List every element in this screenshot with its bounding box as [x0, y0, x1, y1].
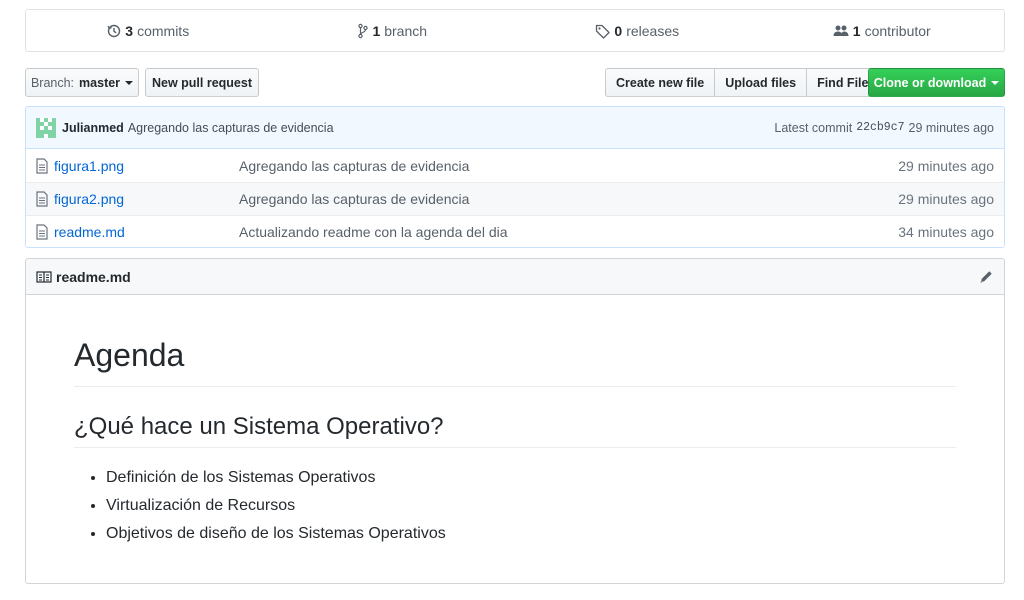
list-item: Objetivos de diseño de los Sistemas Oper…	[106, 520, 956, 548]
releases-label: releases	[626, 22, 680, 39]
new-pull-request-button[interactable]: New pull request	[145, 68, 259, 97]
contributors-label: contributor	[864, 22, 931, 39]
commit-age: 29 minutes ago	[908, 120, 994, 135]
file-name-link[interactable]: figura1.png	[54, 158, 239, 174]
chevron-down-icon	[125, 80, 134, 85]
file-age: 29 minutes ago	[898, 191, 994, 207]
branch-name: master	[79, 75, 121, 90]
branches-count: 1	[372, 22, 381, 39]
readme-list: Definición de los Sistemas Operativos Vi…	[74, 464, 956, 548]
clone-or-download-label: Clone or download	[873, 75, 987, 90]
file-icon	[36, 191, 50, 207]
file-actions-group: Create new file Upload files Find File	[605, 68, 880, 97]
people-icon	[833, 23, 849, 39]
avatar[interactable]	[36, 117, 56, 138]
releases-link[interactable]: 0 releases	[515, 10, 760, 51]
repo-summary-bar: 3 commits 1 branch 0 releases 1 contribu…	[25, 9, 1005, 52]
contributors-count: 1	[852, 22, 861, 39]
create-new-file-button[interactable]: Create new file	[605, 68, 716, 97]
new-pull-request-label: New pull request	[151, 75, 253, 90]
list-item: Definición de los Sistemas Operativos	[106, 464, 956, 492]
readme-content: Agenda ¿Qué hace un Sistema Operativo? D…	[26, 337, 1004, 548]
file-age: 34 minutes ago	[898, 224, 994, 240]
chevron-down-icon	[991, 80, 1000, 85]
book-icon	[36, 269, 52, 285]
latest-commit-bar: Julianmed Agregando las capturas de evid…	[26, 107, 1004, 149]
branch-select-button[interactable]: Branch: master	[25, 68, 139, 97]
file-name-link[interactable]: readme.md	[54, 224, 239, 240]
commits-label: commits	[137, 22, 190, 39]
file-row: readme.md Actualizando readme con la age…	[26, 215, 1004, 247]
commits-link[interactable]: 3 commits	[26, 10, 271, 51]
upload-files-button[interactable]: Upload files	[714, 68, 808, 97]
commit-sha[interactable]: 22cb9c7	[856, 121, 904, 135]
clone-or-download-button[interactable]: Clone or download	[868, 68, 1005, 97]
branches-link[interactable]: 1 branch	[271, 10, 516, 51]
commit-author[interactable]: Julianmed	[62, 121, 124, 135]
file-row: figura2.png Agregando las capturas de ev…	[26, 182, 1004, 215]
readme-panel: readme.md Agenda ¿Qué hace un Sistema Op…	[25, 258, 1005, 584]
file-commit-message[interactable]: Agregando las capturas de evidencia	[239, 158, 898, 174]
contributors-link[interactable]: 1 contributor	[760, 10, 1005, 51]
file-commit-message[interactable]: Actualizando readme con la agenda del di…	[239, 224, 898, 240]
commits-count: 3	[125, 22, 134, 39]
file-icon	[36, 224, 50, 240]
pencil-icon[interactable]	[978, 269, 994, 285]
file-name-link[interactable]: figura2.png	[54, 191, 239, 207]
branch-icon	[358, 23, 369, 39]
releases-count: 0	[614, 22, 623, 39]
readme-heading-2: ¿Qué hace un Sistema Operativo?	[74, 413, 956, 448]
latest-commit-label: Latest commit	[774, 120, 853, 135]
branches-label: branch	[384, 22, 428, 39]
file-icon	[36, 157, 50, 174]
readme-header: readme.md	[26, 259, 1004, 295]
tag-icon	[595, 23, 611, 39]
list-item: Virtualización de Recursos	[106, 492, 956, 520]
readme-filename: readme.md	[56, 268, 131, 285]
commit-message[interactable]: Agregando las capturas de evidencia	[128, 121, 334, 135]
readme-heading-1: Agenda	[74, 337, 956, 387]
file-list: Julianmed Agregando las capturas de evid…	[25, 106, 1005, 248]
file-commit-message[interactable]: Agregando las capturas de evidencia	[239, 191, 898, 207]
file-age: 29 minutes ago	[898, 157, 994, 174]
history-icon	[107, 23, 121, 39]
branch-prefix: Branch:	[30, 75, 75, 90]
latest-commit-info: Latest commit 22cb9c7 29 minutes ago	[774, 121, 994, 135]
file-row: figura1.png Agregando las capturas de ev…	[26, 149, 1004, 182]
